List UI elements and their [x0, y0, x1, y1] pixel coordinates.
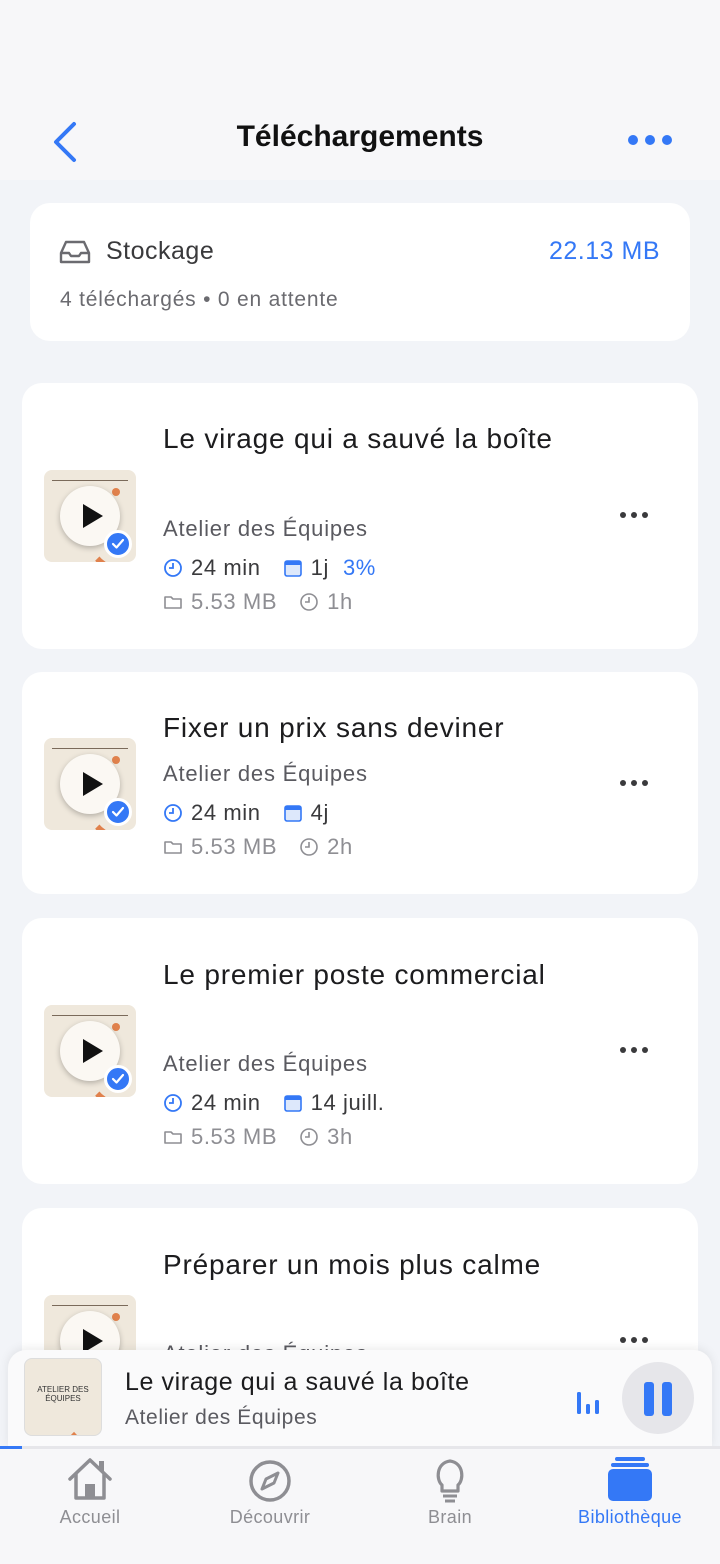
- episode-card[interactable]: Le premier poste commercial Atelier des …: [22, 918, 698, 1184]
- dot: [645, 135, 655, 145]
- episode-download-meta: 5.53 MB 1h: [163, 589, 353, 615]
- navigation-bar: Téléchargements: [0, 80, 720, 180]
- downloaded-ago: 1h: [327, 589, 353, 614]
- compass-icon: [249, 1460, 291, 1502]
- episode-size: 5.53 MB: [191, 589, 278, 614]
- pause-icon: [644, 1382, 654, 1416]
- tab-label: Bibliothèque: [578, 1507, 682, 1527]
- clock-icon: [164, 1094, 182, 1112]
- episode-duration: 24 min: [191, 1090, 261, 1115]
- home-icon: [68, 1458, 112, 1500]
- calendar-icon: [283, 560, 302, 577]
- episode-duration: 24 min: [191, 800, 261, 825]
- episode-more-button[interactable]: [620, 780, 650, 788]
- storage-card: Stockage 22.13 MB 4 téléchargés • 0 en a…: [30, 203, 690, 341]
- calendar-icon: [283, 1095, 302, 1112]
- downloaded-ago: 2h: [327, 834, 353, 859]
- play-icon: [83, 504, 103, 528]
- episode-podcast: Atelier des Équipes: [163, 761, 368, 786]
- dot: [628, 135, 638, 145]
- play-icon: [83, 772, 103, 796]
- episode-meta: 24 min 4j: [163, 800, 329, 826]
- status-bar-area: [0, 0, 720, 80]
- artwork-text: ATELIER DES ÉQUIPES: [37, 1385, 89, 1403]
- downloaded-check-icon: [104, 1065, 132, 1093]
- episode-title: Fixer un prix sans deviner: [163, 712, 505, 743]
- episode-download-meta: 5.53 MB 3h: [163, 1124, 353, 1150]
- storage-label: Stockage: [106, 237, 215, 265]
- episode-more-button[interactable]: [620, 512, 650, 520]
- folder-icon: [164, 841, 182, 854]
- episode-age: 4j: [310, 800, 329, 825]
- episode-card[interactable]: Le virage qui a sauvé la boîte Atelier d…: [22, 383, 698, 649]
- episode-meta: 24 min 14 juill.: [163, 1090, 385, 1116]
- dot: [662, 135, 672, 145]
- episode-size: 5.53 MB: [191, 1124, 278, 1149]
- mini-player-artwork[interactable]: ATELIER DES ÉQUIPES: [24, 1358, 102, 1436]
- episode-more-button[interactable]: [620, 1337, 650, 1345]
- page-title: Téléchargements: [236, 120, 484, 153]
- episode-card[interactable]: Fixer un prix sans deviner Atelier des É…: [22, 672, 698, 894]
- play-icon: [83, 1039, 103, 1063]
- episode-podcast: Atelier des Équipes: [163, 516, 368, 541]
- clock-icon: [164, 559, 182, 577]
- folder-icon: [164, 596, 182, 609]
- tab-accueil[interactable]: Accueil: [0, 1449, 180, 1564]
- downloaded-check-icon: [104, 530, 132, 558]
- clock-icon: [300, 593, 318, 611]
- episode-download-meta: 5.53 MB 2h: [163, 834, 353, 860]
- calendar-icon: [283, 805, 302, 822]
- episode-title: Le premier poste commercial: [163, 959, 546, 990]
- downloaded-check-icon: [104, 798, 132, 826]
- tab-label: Découvrir: [229, 1507, 311, 1527]
- episode-duration: 24 min: [191, 555, 261, 580]
- tray-icon: [59, 240, 91, 264]
- episode-title: Le virage qui a sauvé la boîte: [163, 423, 553, 454]
- episode-title: Préparer un mois plus calme: [163, 1249, 541, 1280]
- now-playing-podcast: Atelier des Équipes: [125, 1406, 318, 1429]
- episode-progress: 3%: [342, 555, 376, 580]
- downloaded-ago: 3h: [327, 1124, 353, 1149]
- episode-more-button[interactable]: [620, 1047, 650, 1055]
- more-options-button[interactable]: [628, 130, 680, 150]
- library-icon: [608, 1457, 652, 1501]
- pause-button[interactable]: [622, 1362, 694, 1434]
- folder-icon: [164, 1131, 182, 1144]
- episode-age: 1j: [310, 555, 329, 580]
- lightbulb-icon: [436, 1459, 464, 1503]
- storage-total: 22.13 MB: [548, 237, 660, 265]
- clock-icon: [164, 804, 182, 822]
- tab-label: Brain: [427, 1507, 473, 1527]
- now-playing-title: Le virage qui a sauvé la boîte: [125, 1368, 470, 1396]
- episode-podcast: Atelier des Équipes: [163, 1051, 368, 1076]
- clock-icon: [300, 1128, 318, 1146]
- tab-bar: Accueil Découvrir Brain Bibliothèque: [0, 1449, 720, 1564]
- storage-summary: 4 téléchargés • 0 en attente: [60, 288, 339, 311]
- episode-meta: 24 min 1j 3%: [163, 555, 376, 581]
- clock-icon: [300, 838, 318, 856]
- tab-label: Accueil: [59, 1507, 121, 1527]
- episode-age: 14 juill.: [310, 1090, 385, 1115]
- tab-bibliotheque[interactable]: Bibliothèque: [540, 1449, 720, 1564]
- equalizer-icon[interactable]: [576, 1386, 600, 1416]
- tab-decouvrir[interactable]: Découvrir: [180, 1449, 360, 1564]
- episode-size: 5.53 MB: [191, 834, 278, 859]
- mini-player[interactable]: ATELIER DES ÉQUIPES Le virage qui a sauv…: [8, 1350, 712, 1448]
- tab-brain[interactable]: Brain: [360, 1449, 540, 1564]
